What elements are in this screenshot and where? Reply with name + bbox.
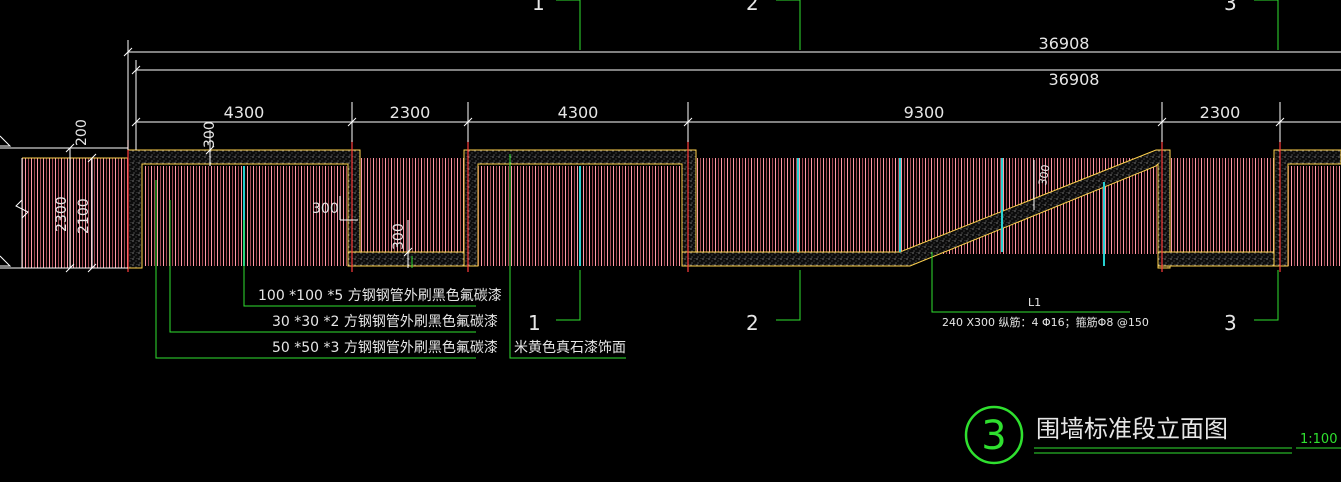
fence-panel-right-edge xyxy=(1288,166,1341,266)
dim-left-200: 200 xyxy=(74,119,90,146)
fence-panel-2 xyxy=(360,158,464,254)
dim-segment-5: 2300 xyxy=(1200,103,1241,122)
title-scale: 1:100 xyxy=(1300,432,1337,447)
dim-left-2100: 2100 xyxy=(76,198,92,234)
dim-segment-3: 4300 xyxy=(558,103,599,122)
dim-top-300: 300 xyxy=(202,121,218,148)
callout-beam-spec: 240 X300 纵筋：4 Φ16；箍筋Φ8 @150 xyxy=(942,315,1149,329)
dim-left-2300: 2300 xyxy=(54,196,70,232)
axis-top-3: 3 xyxy=(1224,0,1237,15)
title-text: 围墙标准段立面图 xyxy=(1036,415,1228,443)
fence-panel-4 xyxy=(696,158,1158,254)
dim-low-300: 300 xyxy=(391,223,407,250)
dim-segment-2: 2300 xyxy=(390,103,431,122)
fence-panel-left-edge xyxy=(22,158,128,268)
dim-side-300: 300 xyxy=(312,201,339,217)
dim-segment-1: 4300 xyxy=(224,103,265,122)
axis-top-2: 2 xyxy=(746,0,759,15)
dim-total-lower: 36908 xyxy=(1049,70,1100,89)
dim-total-upper: 36908 xyxy=(1039,34,1090,53)
title-number: 3 xyxy=(981,413,1006,459)
elevation-drawing: 36908 36908 4300 2300 4300 9300 2300 200… xyxy=(0,0,1341,465)
callout-pipe-100: 100 *100 *5 方钢钢管外刷黑色氟碳漆 xyxy=(258,287,502,304)
dim-segment-4: 9300 xyxy=(904,103,945,122)
callout-pipe-50: 50 *50 *3 方钢钢管外刷黑色氟碳漆 xyxy=(272,339,498,356)
axis-top-1: 1 xyxy=(532,0,545,15)
callout-pipe-30: 30 *30 *2 方钢钢管外刷黑色氟碳漆 xyxy=(272,313,498,330)
concrete-beam-bay-5 xyxy=(1157,251,1277,267)
fence-panel-5 xyxy=(1170,158,1274,254)
axis-bottom-3: 3 xyxy=(1224,311,1237,335)
axis-bottom-2: 2 xyxy=(746,311,759,335)
callout-stone-finish: 米黄色真石漆饰面 xyxy=(514,339,626,356)
axis-bottom-1: 1 xyxy=(528,311,541,335)
callout-beam-mark: L1 xyxy=(1028,296,1041,309)
